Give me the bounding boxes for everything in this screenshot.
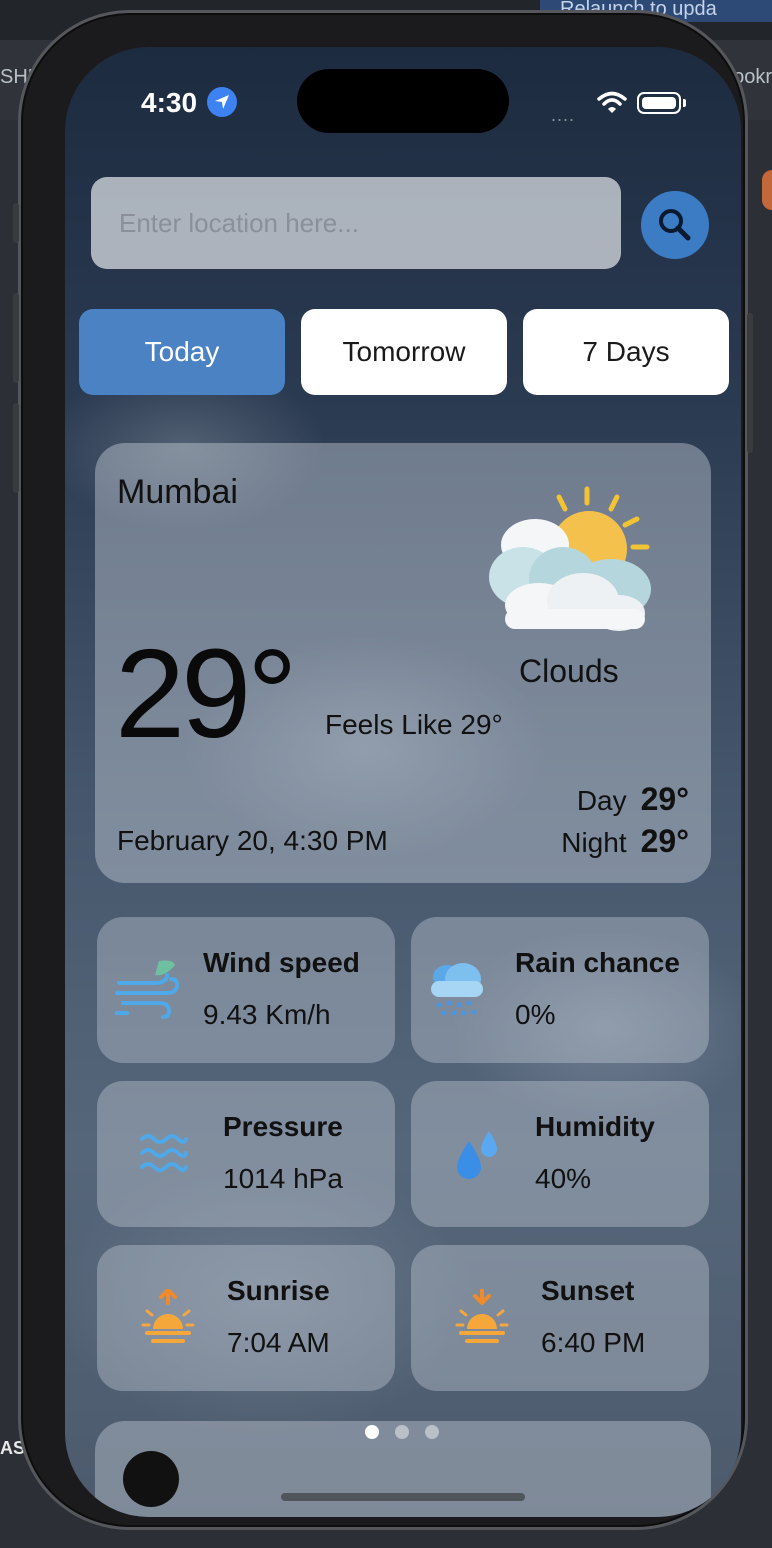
stat-value: 9.43 Km/h [203, 999, 331, 1030]
wifi-icon [597, 91, 627, 113]
stat-value: 40% [535, 1163, 592, 1194]
night-temp: 29° [640, 823, 689, 859]
sunrise-card: Sunrise 7:04 AM [97, 1245, 395, 1391]
weather-condition: Clouds [519, 653, 619, 689]
dynamic-island [297, 69, 509, 133]
wind-icon [115, 960, 179, 1019]
day-temp: 29° [640, 781, 689, 817]
page-dot-2[interactable] [395, 1425, 409, 1439]
desktop-avatar-edge [762, 170, 772, 210]
partly-cloudy-icon [489, 486, 651, 631]
action-button [13, 203, 19, 243]
phone-frame: 4:30 .... Today Tomorrow 7 Days Mumbai [13, 10, 753, 1530]
current-weather-card: Mumbai Clouds 29° Feels Like 29° Februar… [95, 443, 711, 883]
stat-title: Pressure [223, 1111, 343, 1142]
tab-7-days[interactable]: 7 Days [523, 309, 729, 395]
stat-title: Sunrise [227, 1275, 330, 1306]
waves-icon [140, 1134, 188, 1172]
forecast-item-icon [123, 1451, 179, 1507]
status-time: 4:30 [141, 87, 198, 118]
sunset-card: Sunset 6:40 PM [411, 1245, 709, 1391]
stat-value: 7:04 AM [227, 1327, 330, 1358]
page-dot-3[interactable] [425, 1425, 439, 1439]
power-button [747, 313, 753, 453]
volume-down-button [13, 403, 19, 493]
battery-tip [683, 99, 686, 107]
page-dot-1[interactable] [365, 1425, 379, 1439]
search-icon [659, 209, 691, 241]
location-arrow-icon [207, 87, 237, 117]
stat-value: 1014 hPa [223, 1163, 343, 1194]
night-label: Night [561, 827, 627, 858]
wind-speed-card: Wind speed 9.43 Km/h [97, 917, 395, 1063]
stat-title: Sunset [541, 1275, 635, 1306]
page-indicator[interactable] [365, 1425, 439, 1439]
app-screen: 4:30 .... Today Tomorrow 7 Days Mumbai [65, 47, 741, 1517]
stat-title: Humidity [535, 1111, 655, 1142]
humidity-card: Humidity 40% [411, 1081, 709, 1227]
stat-title: Rain chance [515, 947, 680, 978]
sunset-icon [455, 1289, 509, 1343]
battery-icon [637, 92, 681, 114]
city-name: Mumbai [117, 473, 238, 511]
water-drops-icon [457, 1131, 497, 1179]
stat-value: 0% [515, 999, 556, 1030]
signal-indicator: .... [551, 105, 576, 125]
volume-up-button [13, 293, 19, 383]
rain-chance-card: Rain chance 0% [411, 917, 709, 1063]
feels-like: Feels Like 29° [325, 709, 503, 740]
pressure-card: Pressure 1014 hPa [97, 1081, 395, 1227]
sunrise-icon [141, 1289, 195, 1343]
rain-cloud-icon [431, 963, 483, 1016]
date-time: February 20, 4:30 PM [117, 825, 388, 856]
tab-today[interactable]: Today [79, 309, 285, 395]
current-temperature: 29° [115, 623, 298, 764]
search-button[interactable] [641, 191, 709, 259]
night-temp-row: Night 29° [561, 823, 689, 860]
home-indicator[interactable] [281, 1493, 525, 1501]
day-label: Day [576, 785, 627, 816]
tab-tomorrow[interactable]: Tomorrow [301, 309, 507, 395]
stat-title: Wind speed [203, 947, 360, 978]
location-search-input[interactable] [91, 177, 621, 269]
stat-value: 6:40 PM [541, 1327, 646, 1358]
day-temp-row: Day 29° [577, 781, 689, 818]
